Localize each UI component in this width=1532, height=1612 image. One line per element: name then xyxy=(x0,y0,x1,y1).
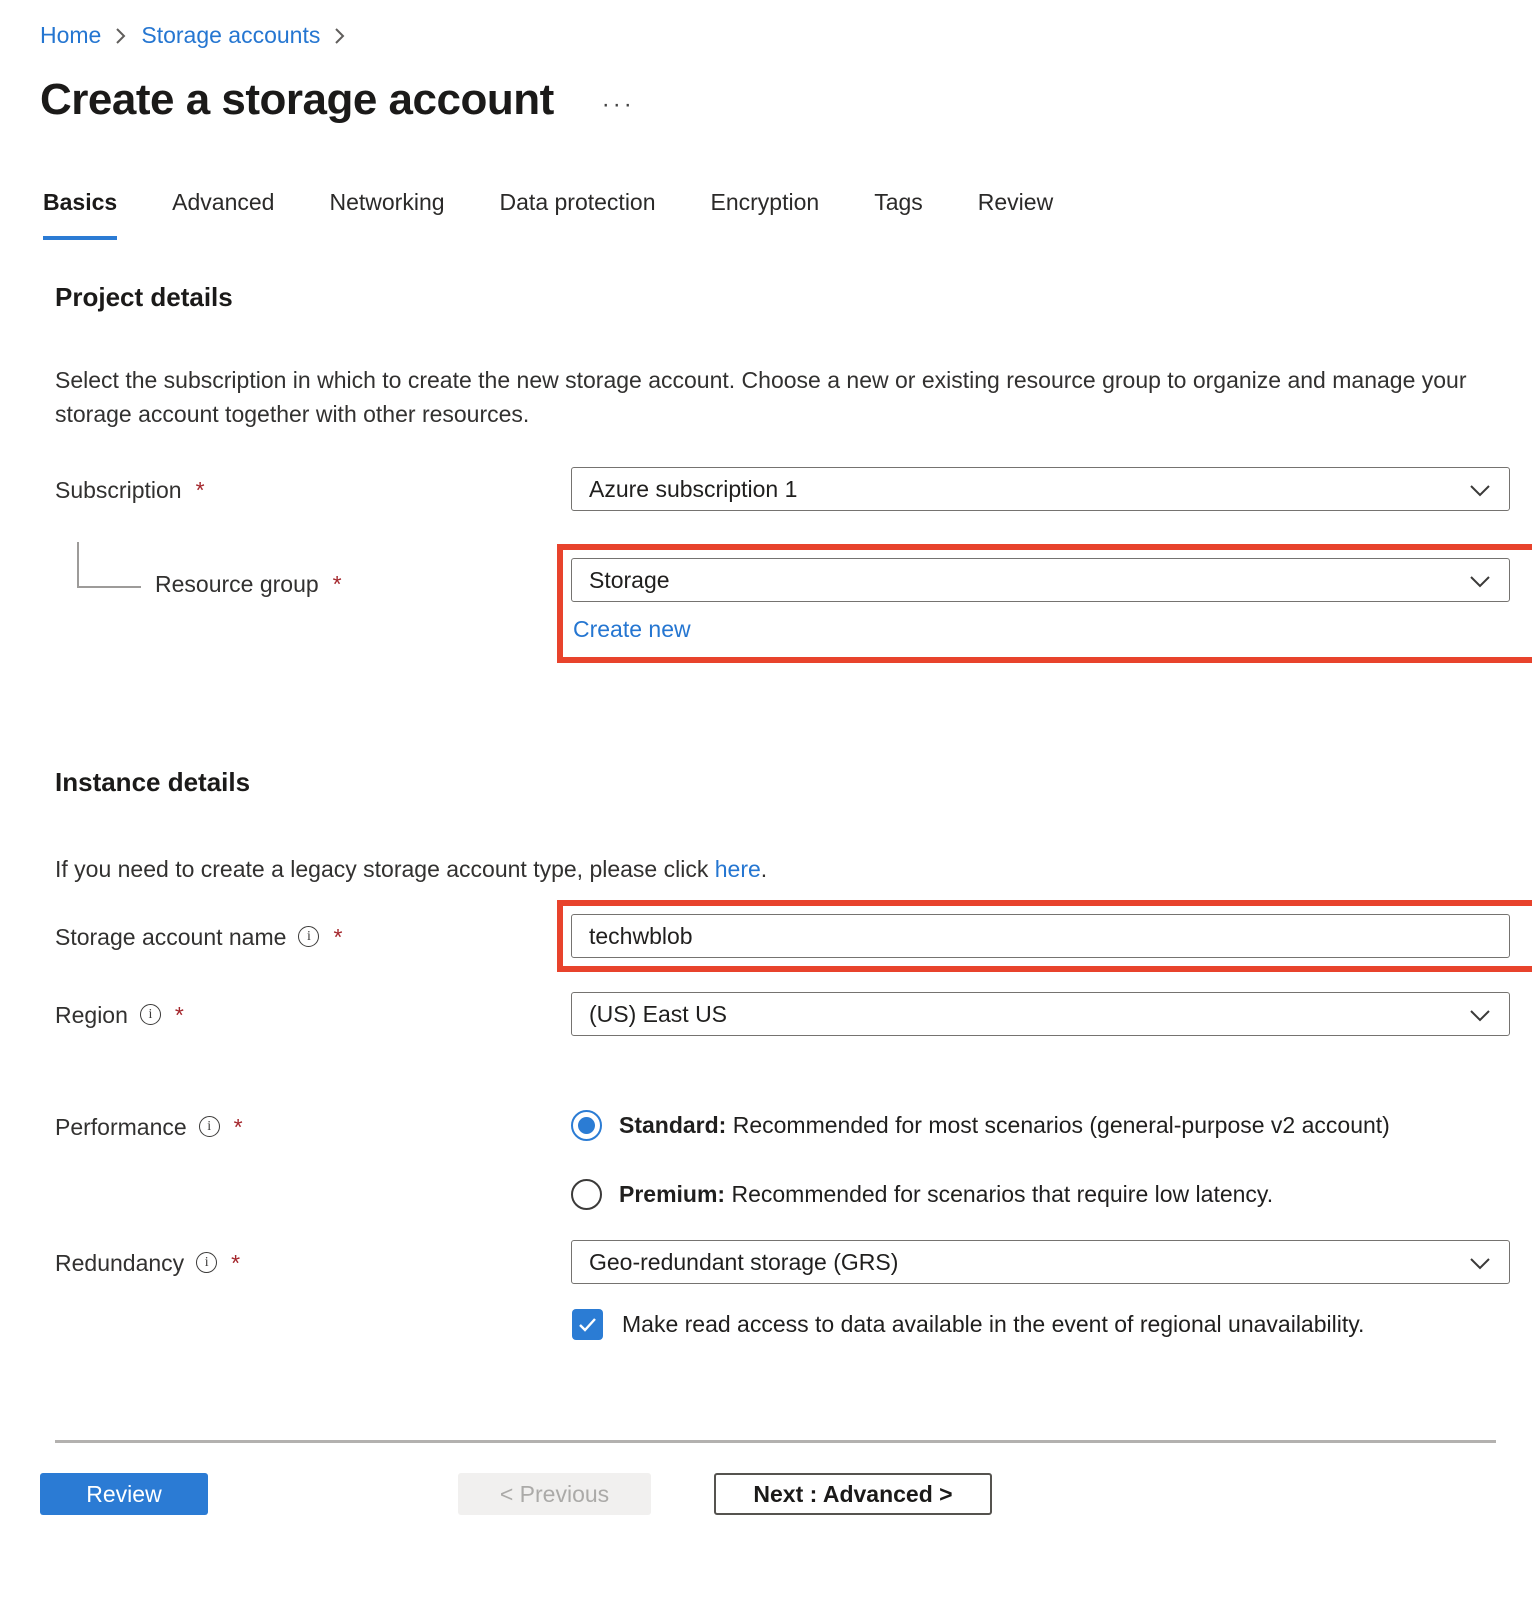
info-icon[interactable] xyxy=(298,926,319,947)
tab-advanced[interactable]: Advanced xyxy=(172,189,274,240)
wizard-tabs: Basics Advanced Networking Data protecti… xyxy=(40,189,1496,240)
tree-connector-line xyxy=(77,542,141,588)
legacy-here-link[interactable]: here xyxy=(715,856,761,882)
performance-radio-group: Standard: Recommended for most scenarios… xyxy=(571,1110,1496,1210)
tab-basics[interactable]: Basics xyxy=(43,189,117,240)
performance-premium-label: Premium: Recommended for scenarios that … xyxy=(619,1181,1273,1208)
subscription-dropdown[interactable]: Azure subscription 1 xyxy=(571,467,1510,511)
required-asterisk: * xyxy=(331,924,342,951)
tab-tags[interactable]: Tags xyxy=(874,189,923,240)
tab-review[interactable]: Review xyxy=(978,189,1053,240)
checkbox-checked-icon[interactable] xyxy=(572,1309,603,1340)
redundancy-dropdown[interactable]: Geo-redundant storage (GRS) xyxy=(571,1240,1510,1284)
performance-premium-radio[interactable]: Premium: Recommended for scenarios that … xyxy=(571,1179,1496,1210)
read-access-checkbox-label: Make read access to data available in th… xyxy=(622,1311,1364,1338)
region-dropdown-value: (US) East US xyxy=(589,1001,727,1028)
previous-button[interactable]: < Previous xyxy=(458,1473,651,1515)
resource-group-dropdown[interactable]: Storage xyxy=(571,558,1510,602)
chevron-down-icon xyxy=(1469,1249,1491,1276)
performance-standard-label: Standard: Recommended for most scenarios… xyxy=(619,1112,1390,1139)
next-advanced-button[interactable]: Next : Advanced > xyxy=(714,1473,992,1515)
tab-data-protection[interactable]: Data protection xyxy=(500,189,656,240)
project-details-description: Select the subscription in which to crea… xyxy=(55,363,1495,431)
info-icon[interactable] xyxy=(199,1116,220,1137)
required-asterisk: * xyxy=(331,571,342,598)
tab-encryption[interactable]: Encryption xyxy=(711,189,820,240)
resource-group-highlight-box: Storage Create new xyxy=(557,544,1532,663)
required-asterisk: * xyxy=(194,477,205,504)
create-new-resource-group-link[interactable]: Create new xyxy=(573,616,691,643)
chevron-right-icon xyxy=(115,27,127,45)
project-details-heading: Project details xyxy=(55,282,1496,313)
storage-account-name-input[interactable] xyxy=(589,923,1491,950)
storage-account-name-label: Storage account name * xyxy=(55,900,571,972)
resource-group-dropdown-value: Storage xyxy=(589,567,670,594)
breadcrumb-home-link[interactable]: Home xyxy=(40,22,101,49)
radio-unselected-icon xyxy=(571,1179,602,1210)
instance-details-heading: Instance details xyxy=(55,767,1496,798)
create-storage-account-page: Home Storage accounts Create a storage a… xyxy=(0,0,1532,1555)
required-asterisk: * xyxy=(232,1114,243,1141)
redundancy-dropdown-value: Geo-redundant storage (GRS) xyxy=(589,1249,898,1276)
chevron-down-icon xyxy=(1469,1001,1491,1028)
performance-label: Performance * xyxy=(55,1110,571,1210)
required-asterisk: * xyxy=(229,1250,240,1277)
info-icon[interactable] xyxy=(196,1252,217,1273)
page-title: Create a storage account xyxy=(40,75,554,125)
radio-selected-icon xyxy=(571,1110,602,1141)
info-icon[interactable] xyxy=(140,1004,161,1025)
storage-account-name-field xyxy=(571,914,1510,958)
chevron-right-icon xyxy=(334,27,346,45)
required-asterisk: * xyxy=(173,1002,184,1029)
redundancy-label: Redundancy * xyxy=(55,1240,571,1340)
chevron-down-icon xyxy=(1469,476,1491,503)
performance-standard-radio[interactable]: Standard: Recommended for most scenarios… xyxy=(571,1110,1496,1141)
chevron-down-icon xyxy=(1469,567,1491,594)
read-access-checkbox-row[interactable]: Make read access to data available in th… xyxy=(572,1309,1510,1340)
subscription-label: Subscription* xyxy=(55,467,571,511)
footer-buttons: Review < Previous Next : Advanced > xyxy=(40,1473,1496,1515)
subscription-dropdown-value: Azure subscription 1 xyxy=(589,476,797,503)
review-button[interactable]: Review xyxy=(40,1473,208,1515)
legacy-account-note: If you need to create a legacy storage a… xyxy=(55,856,1496,883)
storage-account-name-highlight-box xyxy=(557,900,1532,972)
breadcrumb: Home Storage accounts xyxy=(40,22,1496,49)
breadcrumb-storage-accounts-link[interactable]: Storage accounts xyxy=(141,22,320,49)
region-label: Region * xyxy=(55,992,571,1036)
tab-networking[interactable]: Networking xyxy=(329,189,444,240)
region-dropdown[interactable]: (US) East US xyxy=(571,992,1510,1036)
more-options-button[interactable]: ··· xyxy=(602,81,635,119)
footer-divider xyxy=(55,1440,1496,1443)
